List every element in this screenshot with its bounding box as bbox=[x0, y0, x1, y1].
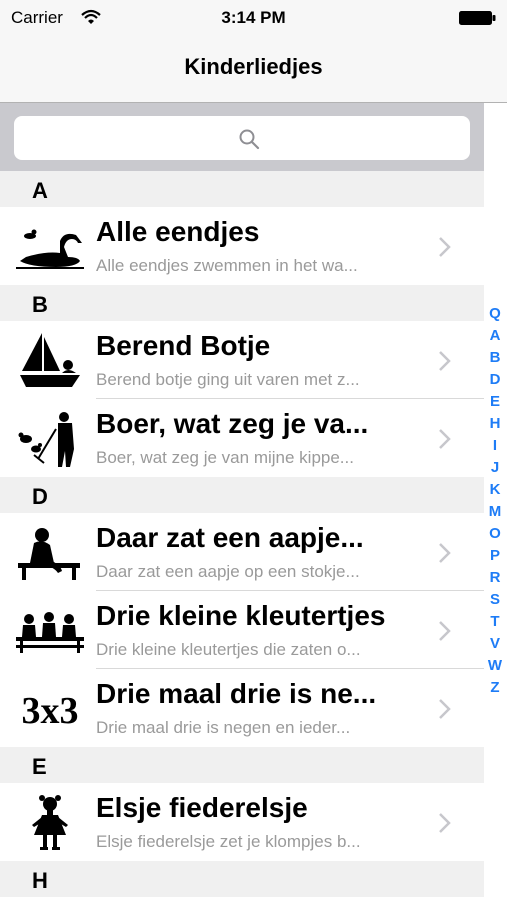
chevron-right-icon bbox=[439, 621, 451, 641]
song-subtitle: Elsje fiederelsje zet je klompjes b... bbox=[96, 832, 361, 851]
list-item[interactable]: Daar zat een aapje... Daar zat een aapje… bbox=[0, 513, 484, 591]
song-subtitle: Alle eendjes zwemmen in het wa... bbox=[96, 256, 358, 275]
index-search-icon[interactable]: Q bbox=[484, 303, 506, 325]
list-item[interactable]: Boer, wat zeg je va... Boer, wat zeg je … bbox=[0, 399, 484, 477]
song-subtitle: Berend botje ging uit varen met z... bbox=[96, 370, 360, 389]
dancing-girl-icon bbox=[32, 795, 68, 850]
list-item[interactable]: Alle eendjes Alle eendjes zwemmen in het… bbox=[0, 207, 484, 285]
index-letter-a[interactable]: A bbox=[484, 325, 506, 347]
song-title: Elsje fiederelsje bbox=[96, 792, 308, 823]
svg-text:3x3: 3x3 bbox=[22, 690, 79, 732]
chevron-right-icon bbox=[439, 543, 451, 563]
index-letter-d[interactable]: D bbox=[484, 369, 506, 391]
status-bar: Carrier 3:14 PM bbox=[0, 0, 507, 36]
list-item[interactable]: 3x3 Drie maal drie is ne... Drie maal dr… bbox=[0, 669, 484, 747]
monkey-on-stick-icon bbox=[18, 528, 80, 580]
index-letter-w[interactable]: W bbox=[484, 655, 506, 677]
song-subtitle: Daar zat een aapje op een stokje... bbox=[96, 562, 360, 581]
search-input[interactable] bbox=[14, 116, 470, 160]
list-item[interactable]: Berend Botje Berend botje ging uit varen… bbox=[0, 321, 484, 399]
section-header-a: A bbox=[0, 171, 484, 207]
song-list: A Alle eendjes Alle eendjes zwemmen in h… bbox=[0, 171, 484, 897]
section-header-h: H bbox=[0, 861, 484, 897]
index-letter-h[interactable]: H bbox=[484, 413, 506, 435]
section-header-b: B bbox=[0, 285, 484, 321]
navigation-bar: Kinderliedjes bbox=[0, 36, 507, 103]
song-title: Boer, wat zeg je va... bbox=[96, 408, 369, 439]
chevron-right-icon bbox=[439, 813, 451, 833]
battery-icon bbox=[459, 11, 496, 25]
index-letter-o[interactable]: O bbox=[484, 523, 506, 545]
chevron-right-icon bbox=[439, 351, 451, 371]
song-subtitle: Drie maal drie is negen en ieder... bbox=[96, 718, 351, 737]
three-times-three-icon: 3x3 bbox=[22, 690, 79, 732]
index-letter-b[interactable]: B bbox=[484, 347, 506, 369]
farmer-chickens-icon bbox=[18, 412, 74, 467]
chevron-right-icon bbox=[439, 237, 451, 257]
chevron-right-icon bbox=[439, 429, 451, 449]
index-letter-t[interactable]: T bbox=[484, 611, 506, 633]
index-letter-i[interactable]: I bbox=[484, 435, 506, 457]
index-letter-z[interactable]: Z bbox=[484, 677, 506, 699]
index-letter-e[interactable]: E bbox=[484, 391, 506, 413]
three-toddlers-bench-icon bbox=[16, 612, 84, 653]
search-bar bbox=[0, 103, 484, 171]
song-title: Drie kleine kleutertjes bbox=[96, 600, 386, 631]
index-letter-p[interactable]: P bbox=[484, 545, 506, 567]
song-title: Alle eendjes bbox=[96, 216, 260, 247]
song-subtitle: Boer, wat zeg je van mijne kippe... bbox=[96, 448, 354, 467]
list-item[interactable]: Elsje fiederelsje Elsje fiederelsje zet … bbox=[0, 783, 484, 861]
song-subtitle: Drie kleine kleutertjes die zaten o... bbox=[96, 640, 361, 659]
chevron-right-icon bbox=[439, 699, 451, 719]
index-letter-r[interactable]: R bbox=[484, 567, 506, 589]
sailboat-icon bbox=[20, 333, 80, 387]
section-header-d: D bbox=[0, 477, 484, 513]
index-letter-j[interactable]: J bbox=[484, 457, 506, 479]
section-header-e: E bbox=[0, 747, 484, 783]
index-letter-v[interactable]: V bbox=[484, 633, 506, 655]
song-title: Berend Botje bbox=[96, 330, 271, 361]
list-item[interactable]: Drie kleine kleutertjes Drie kleine kleu… bbox=[0, 591, 484, 669]
song-title: Daar zat een aapje... bbox=[96, 522, 364, 553]
search-icon bbox=[239, 129, 260, 150]
page-title: Kinderliedjes bbox=[184, 54, 323, 79]
song-title: Drie maal drie is ne... bbox=[96, 678, 377, 709]
index-letter-m[interactable]: M bbox=[484, 501, 506, 523]
index-letter-s[interactable]: S bbox=[484, 589, 506, 611]
section-index[interactable]: QABDEHIJKMOPRSTVWZ bbox=[484, 303, 506, 699]
index-letter-k[interactable]: K bbox=[484, 479, 506, 501]
clock: 3:14 PM bbox=[221, 8, 286, 27]
ducks-icon bbox=[16, 229, 84, 269]
